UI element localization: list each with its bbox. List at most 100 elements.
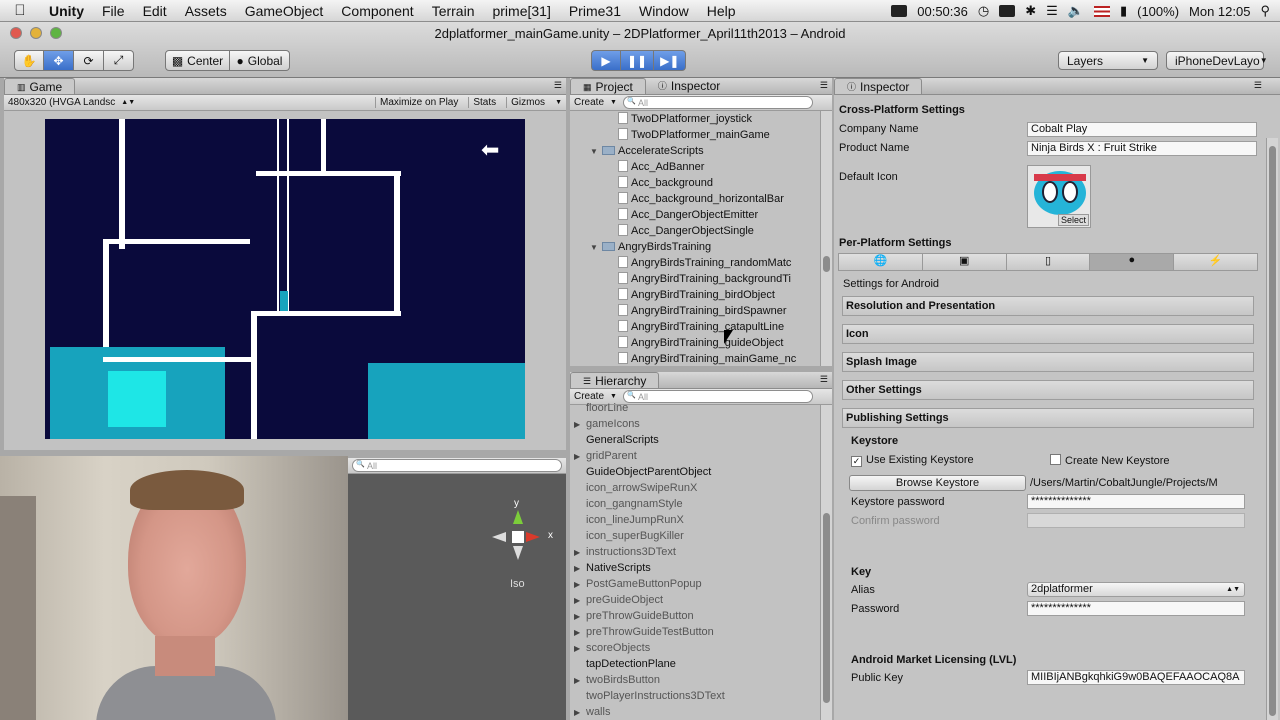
expand-triangle-icon[interactable]: ▼ xyxy=(590,240,602,256)
hierarchy-scrollbar[interactable] xyxy=(820,405,832,720)
scale-tool-button[interactable]: ⤢ xyxy=(104,50,134,71)
expand-triangle-icon[interactable]: ▶ xyxy=(574,609,586,625)
hierarchy-item[interactable]: ▶ scoreObjects xyxy=(570,640,820,656)
expand-triangle-icon[interactable]: ▶ xyxy=(574,705,586,720)
expand-triangle-icon[interactable]: ▶ xyxy=(574,593,586,609)
pivot-global-button[interactable]: ● Global xyxy=(230,50,290,71)
project-script-item[interactable]: Acc_AdBanner xyxy=(570,159,820,175)
gizmo-x-cone[interactable] xyxy=(526,532,540,542)
section-other-settings[interactable]: Other Settings xyxy=(842,380,1254,400)
expand-triangle-icon[interactable]: ▶ xyxy=(574,449,586,465)
section-icon[interactable]: Icon xyxy=(842,324,1254,344)
hierarchy-item[interactable]: ▶ twoBirdsButton xyxy=(570,672,820,688)
scene-search-input[interactable]: All xyxy=(352,459,562,472)
project-folder[interactable]: ▼ AngryBirdsTraining xyxy=(570,239,820,255)
rotate-tool-button[interactable]: ⟳ xyxy=(74,50,104,71)
project-script-item[interactable]: Acc_DangerObjectSingle xyxy=(570,223,820,239)
panel-menu-icon[interactable]: ☰ xyxy=(554,80,562,91)
alias-dropdown[interactable]: 2dplatformer ▲▼ xyxy=(1027,582,1245,597)
wifi-icon[interactable]: ☰ xyxy=(1046,3,1058,19)
menu-gameobject[interactable]: GameObject xyxy=(236,3,333,19)
hand-tool-button[interactable]: ✋ xyxy=(14,50,44,71)
hierarchy-item[interactable]: ▶ gameIcons xyxy=(570,416,820,432)
step-button[interactable]: ▶❚ xyxy=(654,50,687,71)
menu-app[interactable]: Unity xyxy=(40,3,93,19)
menu-assets[interactable]: Assets xyxy=(176,3,236,19)
project-script-item[interactable]: Acc_DangerObjectEmitter xyxy=(570,207,820,223)
menu-component[interactable]: Component xyxy=(332,3,422,19)
expand-triangle-icon[interactable]: ▶ xyxy=(574,545,586,561)
layers-dropdown[interactable]: Layers ▼ xyxy=(1058,51,1158,70)
hierarchy-item[interactable]: ▶ preThrowGuideButton xyxy=(570,608,820,624)
move-tool-button[interactable]: ✥ xyxy=(44,50,74,71)
key-password-field[interactable]: ************** xyxy=(1027,601,1245,616)
hierarchy-item[interactable]: icon_gangnamStyle xyxy=(570,496,820,512)
tab-hierarchy[interactable]: ☰ Hierarchy xyxy=(570,372,660,388)
menu-prime31[interactable]: Prime31 xyxy=(560,3,630,19)
default-icon-slot[interactable]: Select xyxy=(1027,165,1091,228)
project-script-item[interactable]: Acc_background xyxy=(570,175,820,191)
hierarchy-item[interactable]: ▶ gridParent xyxy=(570,448,820,464)
apple-icon[interactable]:  xyxy=(0,2,40,19)
menu-edit[interactable]: Edit xyxy=(134,3,176,19)
project-script-item[interactable]: AngryBirdTraining_birdSpawner xyxy=(570,303,820,319)
hierarchy-item[interactable]: icon_arrowSwipeRunX xyxy=(570,480,820,496)
expand-triangle-icon[interactable]: ▶ xyxy=(574,641,586,657)
section-resolution[interactable]: Resolution and Presentation xyxy=(842,296,1254,316)
hierarchy-item[interactable]: ▶ preThrowGuideTestButton xyxy=(570,624,820,640)
project-search-input[interactable]: All xyxy=(622,96,813,109)
gizmo-negx-cone[interactable] xyxy=(492,532,506,542)
pause-button[interactable]: ❚❚ xyxy=(621,50,655,71)
inspector-scrollbar[interactable] xyxy=(1266,138,1278,720)
section-splash-image[interactable]: Splash Image xyxy=(842,352,1254,372)
battery-icon[interactable]: ▮ xyxy=(1120,3,1127,19)
project-script-item[interactable]: AngryBirdTraining_mainGame_nc xyxy=(570,351,820,366)
project-script-item[interactable]: TwoDPlatformer_mainGame xyxy=(570,127,820,143)
scene-gizmo[interactable]: y x Iso xyxy=(488,498,558,590)
hierarchy-item[interactable]: icon_superBugKiller xyxy=(570,528,820,544)
project-script-item[interactable]: Acc_background_horizontalBar xyxy=(570,191,820,207)
use-existing-keystore-checkbox[interactable]: ✓ Use Existing Keystore xyxy=(851,454,974,467)
menu-help[interactable]: Help xyxy=(698,3,745,19)
menu-file[interactable]: File xyxy=(93,3,134,19)
project-script-item[interactable]: AngryBirdTraining_birdObject xyxy=(570,287,820,303)
platform-tab-standalone[interactable]: ▣ xyxy=(923,254,1007,270)
pivot-center-button[interactable]: ▩ Center xyxy=(165,50,230,71)
maximize-on-play-button[interactable]: Maximize on Play xyxy=(375,97,462,108)
gizmo-negy-cone[interactable] xyxy=(513,546,523,560)
resolution-dropdown[interactable]: 480x320 (HVGA Landsc xyxy=(8,97,115,108)
menu-prime31-lower[interactable]: prime[31] xyxy=(483,3,559,19)
volume-icon[interactable]: 🔈 xyxy=(1068,3,1084,19)
scene-panel[interactable]: All y x Iso xyxy=(348,458,566,720)
hierarchy-item[interactable]: tapDetectionPlane xyxy=(570,656,820,672)
tab-inspector[interactable]: ⓘ Inspector xyxy=(834,78,923,94)
spotlight-icon[interactable]: ⚲ xyxy=(1260,3,1270,19)
game-viewport[interactable]: ⬅ xyxy=(45,119,525,439)
menu-window[interactable]: Window xyxy=(630,3,698,19)
icon-select-button[interactable]: Select xyxy=(1057,214,1089,226)
platform-tab-ios[interactable]: ▯ xyxy=(1007,254,1091,270)
expand-triangle-icon[interactable]: ▶ xyxy=(574,577,586,593)
project-script-item[interactable]: AngryBirdTraining_backgroundTi xyxy=(570,271,820,287)
platform-tab-flash[interactable]: ⚡ xyxy=(1174,254,1257,270)
menu-terrain[interactable]: Terrain xyxy=(423,3,484,19)
create-new-keystore-checkbox[interactable]: Create New Keystore xyxy=(1050,454,1170,467)
tab-project[interactable]: ▦ Project xyxy=(570,78,646,94)
hierarchy-item[interactable]: ▶ NativeScripts xyxy=(570,560,820,576)
product-name-field[interactable]: Ninja Birds X : Fruit Strike xyxy=(1027,141,1257,156)
hierarchy-item[interactable]: icon_lineJumpRunX xyxy=(570,512,820,528)
panel-menu-icon[interactable]: ☰ xyxy=(820,80,828,91)
browse-keystore-button[interactable]: Browse Keystore xyxy=(849,475,1026,491)
gizmos-button[interactable]: Gizmos xyxy=(506,97,549,108)
hierarchy-item[interactable]: ▶ instructions3DText xyxy=(570,544,820,560)
platform-tab-android[interactable]: ● xyxy=(1090,254,1175,270)
project-folder[interactable]: ▼ AccelerateScripts xyxy=(570,143,820,159)
hierarchy-item[interactable]: ▶ preGuideObject xyxy=(570,592,820,608)
expand-triangle-icon[interactable]: ▼ xyxy=(590,144,602,160)
bluetooth-icon[interactable]: ✱ xyxy=(1025,3,1036,19)
panel-menu-icon[interactable]: ☰ xyxy=(820,374,828,385)
gizmo-y-cone[interactable] xyxy=(513,510,523,524)
hierarchy-item[interactable]: twoPlayerInstructions3DText xyxy=(570,688,820,704)
keystore-password-field[interactable]: ************** xyxy=(1027,494,1245,509)
project-script-item[interactable]: AngryBirdsTraining_randomMatc xyxy=(570,255,820,271)
